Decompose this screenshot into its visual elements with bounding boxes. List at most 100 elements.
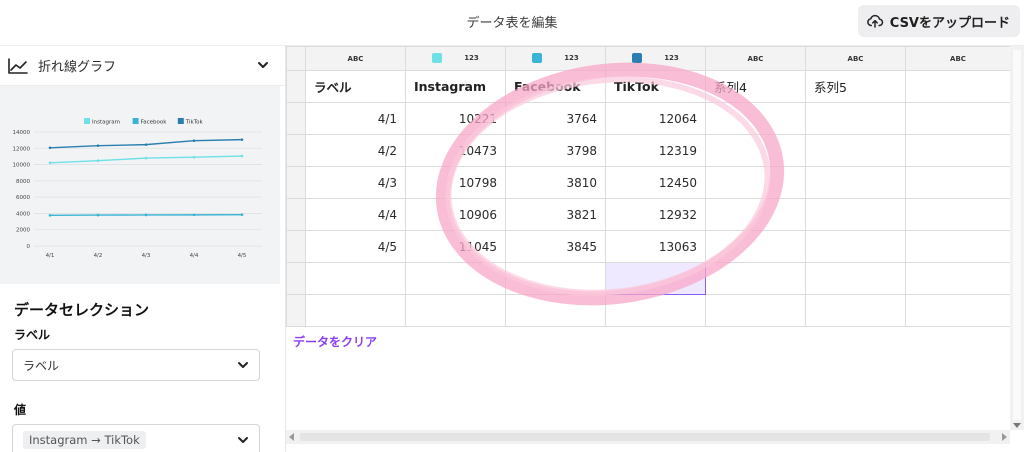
row-header[interactable] xyxy=(286,262,306,295)
type-badge[interactable]: 123 xyxy=(605,46,706,71)
data-point xyxy=(144,143,148,146)
row-header[interactable] xyxy=(286,198,306,231)
table-cell[interactable] xyxy=(405,262,506,295)
column-type-row: ABC 123 123 123 ABC ABC ABC xyxy=(286,46,1011,71)
row-header[interactable] xyxy=(286,294,306,327)
table-cell[interactable] xyxy=(505,262,606,295)
clear-data-link[interactable]: データをクリア xyxy=(293,333,377,350)
header-cell[interactable]: Instagram xyxy=(405,70,506,103)
table-cell[interactable] xyxy=(705,294,806,327)
vertical-scrollbar[interactable] xyxy=(1010,46,1024,430)
scroll-right-arrow-icon[interactable] xyxy=(1002,433,1007,441)
row-header[interactable] xyxy=(286,102,306,135)
table-cell[interactable] xyxy=(905,134,1011,167)
table-cell[interactable]: 12319 xyxy=(605,134,706,167)
legend-label: Facebook xyxy=(141,120,168,126)
header-cell[interactable]: 系列4 xyxy=(705,70,806,103)
header-cell[interactable]: ラベル xyxy=(305,70,406,103)
table-cell[interactable] xyxy=(705,134,806,167)
table-cell[interactable]: 4/3 xyxy=(305,166,406,199)
table-cell[interactable]: 3764 xyxy=(505,102,606,135)
row-header[interactable] xyxy=(286,134,306,167)
table-row: 4/3 10798 3810 12450 xyxy=(286,166,1011,199)
table-cell[interactable]: 3845 xyxy=(505,230,606,263)
table-cell[interactable]: 4/4 xyxy=(305,198,406,231)
scroll-down-arrow-icon[interactable] xyxy=(1013,423,1021,428)
table-cell[interactable]: 13063 xyxy=(605,230,706,263)
table-cell[interactable]: 11045 xyxy=(405,230,506,263)
table-cell[interactable] xyxy=(505,294,606,327)
table-cell[interactable] xyxy=(805,134,906,167)
table-cell[interactable] xyxy=(705,230,806,263)
header-cell[interactable]: Facebook xyxy=(505,70,606,103)
table-cell[interactable]: 3798 xyxy=(505,134,606,167)
chart-type-selector[interactable]: 折れ線グラフ xyxy=(0,46,286,86)
table-cell[interactable] xyxy=(905,294,1011,327)
table-cell[interactable] xyxy=(805,262,906,295)
color-swatch[interactable] xyxy=(432,52,443,63)
table-cell[interactable] xyxy=(305,294,406,327)
table-cell[interactable] xyxy=(905,166,1011,199)
table-cell[interactable]: 3810 xyxy=(505,166,606,199)
type-badge[interactable]: 123 xyxy=(405,46,506,71)
table-cell[interactable] xyxy=(805,294,906,327)
header-cell[interactable] xyxy=(905,70,1011,103)
table-cell[interactable]: 4/5 xyxy=(305,230,406,263)
x-tick-label: 4/1 xyxy=(46,253,55,259)
horizontal-scrollbar[interactable] xyxy=(286,430,1010,444)
table-cell[interactable]: 10798 xyxy=(405,166,506,199)
table-cell[interactable] xyxy=(705,102,806,135)
table-cell[interactable] xyxy=(905,262,1011,295)
selected-cell[interactable] xyxy=(605,262,706,295)
value-select[interactable]: Instagram → TikTok xyxy=(12,424,260,452)
value-field-title: 値 xyxy=(14,403,27,417)
table-cell[interactable] xyxy=(805,166,906,199)
data-grid-area: ABC 123 123 123 ABC ABC ABC ラベル Instagra… xyxy=(286,46,1024,452)
table-row xyxy=(286,262,1011,295)
table-cell[interactable]: 10906 xyxy=(405,198,506,231)
type-badge[interactable]: ABC xyxy=(305,46,406,71)
table-cell[interactable]: 10473 xyxy=(405,134,506,167)
data-point xyxy=(96,144,100,147)
data-table-editor: データ表を編集 CSVをアップロード 折れ線グラフ 0 2000 4000 6000 8… xyxy=(0,0,1024,452)
color-swatch[interactable] xyxy=(632,52,643,63)
table-cell[interactable] xyxy=(705,262,806,295)
scroll-left-arrow-icon[interactable] xyxy=(289,433,294,441)
table-cell[interactable] xyxy=(805,230,906,263)
table-cell[interactable] xyxy=(905,230,1011,263)
table-cell[interactable]: 4/1 xyxy=(305,102,406,135)
header-cell[interactable]: TikTok xyxy=(605,70,706,103)
table-cell[interactable]: 3821 xyxy=(505,198,606,231)
label-select[interactable]: ラベル xyxy=(12,349,260,381)
table-cell[interactable] xyxy=(905,198,1011,231)
type-badge[interactable]: ABC xyxy=(805,46,906,71)
table-cell[interactable]: 4/2 xyxy=(305,134,406,167)
horizontal-scroll-thumb[interactable] xyxy=(300,433,990,441)
table-cell[interactable] xyxy=(905,102,1011,135)
table-cell[interactable] xyxy=(605,294,706,327)
table-cell[interactable] xyxy=(305,262,406,295)
upload-csv-button[interactable]: CSVをアップロード xyxy=(857,5,1020,37)
table-cell[interactable]: 12450 xyxy=(605,166,706,199)
type-badge[interactable]: ABC xyxy=(705,46,806,71)
header-cell[interactable]: 系列5 xyxy=(805,70,906,103)
type-badge[interactable]: ABC xyxy=(905,46,1011,71)
vertical-scroll-thumb[interactable] xyxy=(1013,50,1021,420)
table-cell[interactable]: 12932 xyxy=(605,198,706,231)
table-cell[interactable]: 10221 xyxy=(405,102,506,135)
table-row: 4/2 10473 3798 12319 xyxy=(286,134,1011,167)
row-header[interactable] xyxy=(286,230,306,263)
table-cell[interactable] xyxy=(705,198,806,231)
left-panel: 折れ線グラフ 0 2000 4000 6000 8000 10000 12000 14000 4… xyxy=(0,46,286,452)
table-cell[interactable]: 12064 xyxy=(605,102,706,135)
table-cell[interactable] xyxy=(805,102,906,135)
table-cell[interactable] xyxy=(405,294,506,327)
row-header[interactable] xyxy=(286,166,306,199)
y-tick-label: 2000 xyxy=(16,228,30,234)
table-cell[interactable] xyxy=(705,166,806,199)
color-swatch[interactable] xyxy=(532,52,543,63)
row-header[interactable] xyxy=(286,70,306,103)
table-cell[interactable] xyxy=(805,198,906,231)
type-badge[interactable]: 123 xyxy=(505,46,606,71)
data-table: ABC 123 123 123 ABC ABC ABC ラベル Instagra… xyxy=(286,46,1011,327)
